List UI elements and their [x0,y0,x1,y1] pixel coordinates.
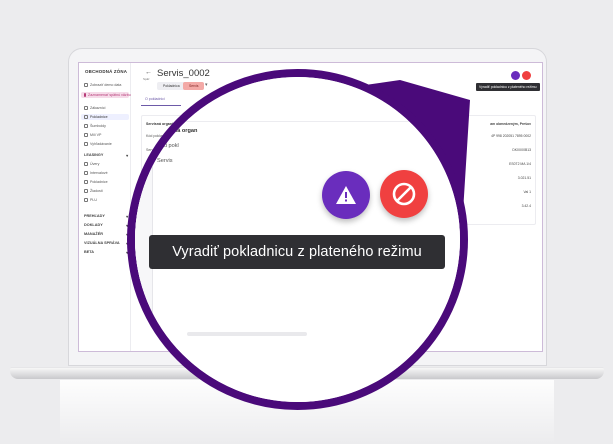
magnified-row2: Servis [157,158,173,164]
magnified-tab: O pokladnici [157,103,188,109]
warning-button[interactable] [322,171,370,219]
warning-triangle-icon [336,186,356,204]
ban-icon [392,182,416,206]
magnified-card-head: Servisná organ [157,128,198,134]
magnified-tab-indicator [135,115,179,116]
action-tooltip: Vyradiť pokladnicu z plateného režimu [149,235,445,269]
magnified-faint-line [187,332,307,336]
zoom-magnifier: O pokladnici Servisná organ Kód pokl Ser… [127,69,468,410]
magnified-row1: Kód pokl [157,143,179,149]
deactivate-button[interactable] [380,170,428,218]
